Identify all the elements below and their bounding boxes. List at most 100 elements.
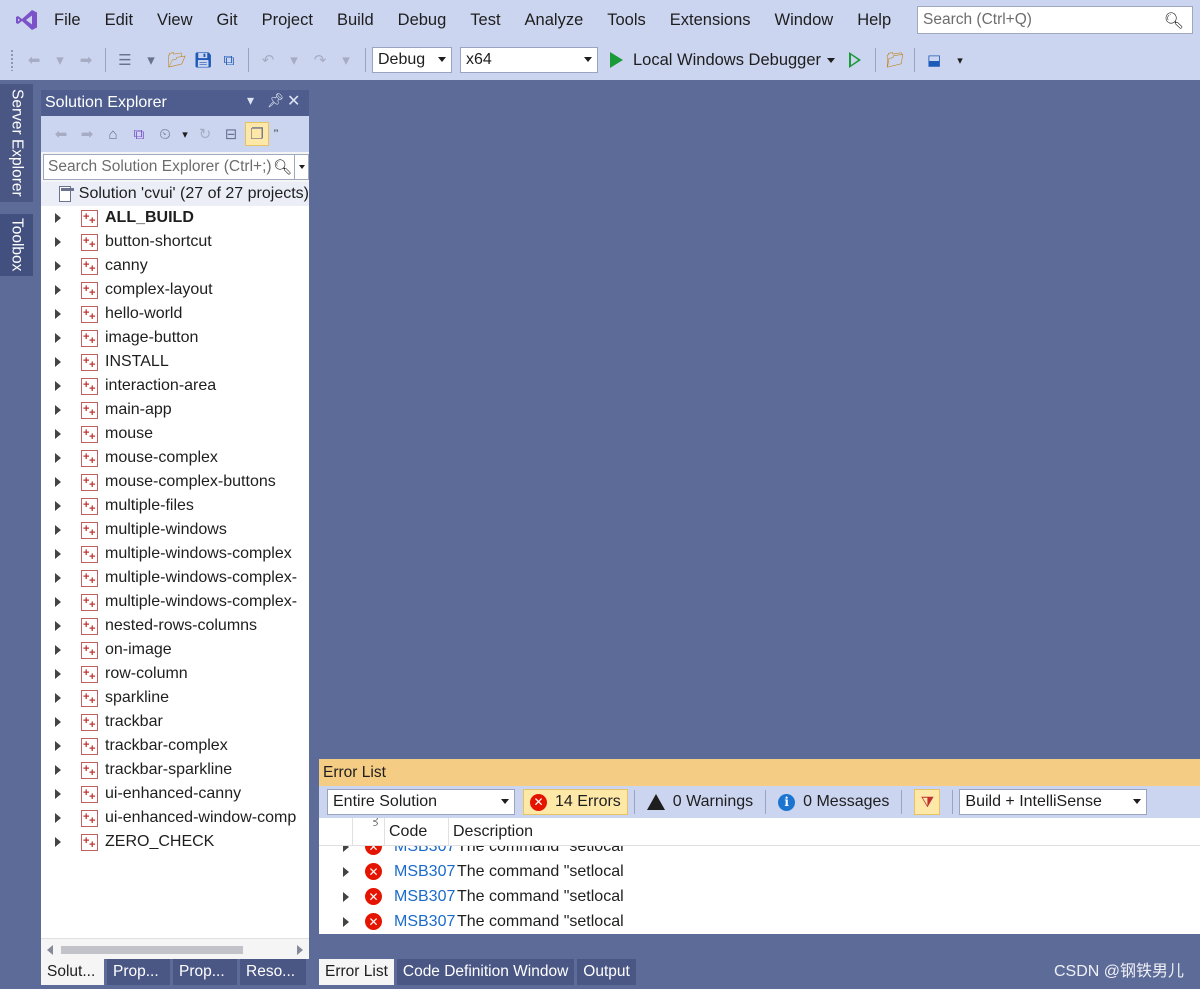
expand-arrow-icon[interactable] bbox=[55, 381, 61, 391]
server-explorer-tab[interactable]: Server Explorer bbox=[0, 84, 33, 202]
project-node[interactable]: canny bbox=[41, 254, 309, 278]
forward-icon[interactable]: ➡︎ bbox=[75, 122, 99, 146]
toolbar-options-icon[interactable]: ▾ bbox=[949, 47, 971, 73]
project-node[interactable]: mouse bbox=[41, 422, 309, 446]
toolbar-grip[interactable] bbox=[10, 49, 15, 71]
menu-file[interactable]: File bbox=[52, 0, 93, 40]
expand-arrow-icon[interactable] bbox=[55, 717, 61, 727]
undo-dropdown-icon[interactable]: ▾ bbox=[283, 47, 305, 73]
expand-arrow-icon[interactable] bbox=[55, 261, 61, 271]
project-node[interactable]: sparkline bbox=[41, 686, 309, 710]
visual-studio-logo-icon[interactable] bbox=[14, 7, 40, 33]
menu-window[interactable]: Window bbox=[763, 0, 846, 40]
home-icon[interactable]: ⌂ bbox=[101, 122, 125, 146]
expand-arrow-icon[interactable] bbox=[343, 916, 349, 927]
expand-arrow-icon[interactable] bbox=[55, 453, 61, 463]
expand-arrow-icon[interactable] bbox=[55, 549, 61, 559]
column-header-code[interactable]: Code bbox=[385, 818, 449, 846]
tab-solution-explorer[interactable]: Solut... bbox=[41, 959, 104, 985]
window-position-dropdown-icon[interactable]: ▾ bbox=[247, 92, 254, 109]
expand-arrow-icon[interactable] bbox=[55, 837, 61, 847]
project-node[interactable]: ui-enhanced-window-comp bbox=[41, 806, 309, 830]
close-icon[interactable]: ✕ bbox=[287, 91, 300, 111]
error-source-select[interactable]: Build + IntelliSense bbox=[959, 789, 1148, 815]
project-node[interactable]: hello-world bbox=[41, 302, 309, 326]
expand-arrow-icon[interactable] bbox=[55, 621, 61, 631]
start-without-debugging-icon[interactable] bbox=[849, 52, 862, 68]
search-options-dropdown[interactable] bbox=[294, 155, 308, 179]
messages-toggle-button[interactable]: i 0 Messages bbox=[772, 789, 895, 815]
toolbar-overflow-icon[interactable]: ’’ bbox=[271, 122, 281, 146]
filter-dropdown-icon[interactable]: ▾ bbox=[179, 122, 191, 146]
project-node[interactable]: ui-enhanced-canny bbox=[41, 782, 309, 806]
expand-arrow-icon[interactable] bbox=[55, 645, 61, 655]
project-node[interactable]: nested-rows-columns bbox=[41, 614, 309, 638]
expand-arrow-icon[interactable] bbox=[55, 765, 61, 775]
error-code-link[interactable]: MSB307 bbox=[394, 888, 457, 906]
open-folder-icon[interactable]: 📂︎ bbox=[166, 47, 188, 73]
expand-arrow-icon[interactable] bbox=[55, 501, 61, 511]
back-icon[interactable]: ⬅︎ bbox=[49, 122, 73, 146]
menu-analyze[interactable]: Analyze bbox=[513, 0, 596, 40]
new-item-dropdown-icon[interactable]: ▾ bbox=[140, 47, 162, 73]
solution-explorer-title-bar[interactable]: Solution Explorer ▾ 📌︎ ✕ bbox=[41, 90, 309, 116]
expand-arrow-icon[interactable] bbox=[343, 891, 349, 902]
menu-git[interactable]: Git bbox=[205, 0, 250, 40]
collapse-all-icon[interactable]: ⊟ bbox=[219, 122, 243, 146]
menu-help[interactable]: Help bbox=[845, 0, 903, 40]
solution-node[interactable]: Solution 'cvui' (27 of 27 projects) bbox=[41, 182, 309, 206]
expand-arrow-icon[interactable] bbox=[55, 789, 61, 799]
show-all-files-icon[interactable]: ❐ bbox=[245, 122, 269, 146]
tab-error-list[interactable]: Error List bbox=[319, 959, 394, 985]
error-scope-select[interactable]: Entire Solution bbox=[327, 789, 515, 815]
project-node[interactable]: multiple-files bbox=[41, 494, 309, 518]
sync-icon[interactable]: ↻ bbox=[193, 122, 217, 146]
project-node[interactable]: ZERO_CHECK bbox=[41, 830, 309, 854]
project-node[interactable]: ALL_BUILD bbox=[41, 206, 309, 230]
project-node[interactable]: multiple-windows bbox=[41, 518, 309, 542]
column-icon[interactable]: ⫖ bbox=[353, 818, 385, 846]
menu-build[interactable]: Build bbox=[325, 0, 386, 40]
error-code-link[interactable]: MSB307 bbox=[394, 913, 457, 931]
expand-arrow-icon[interactable] bbox=[55, 525, 61, 535]
menu-test[interactable]: Test bbox=[458, 0, 512, 40]
tab-properties[interactable]: Prop... bbox=[107, 959, 170, 985]
project-node[interactable]: INSTALL bbox=[41, 350, 309, 374]
expand-arrow-icon[interactable] bbox=[55, 573, 61, 583]
project-node[interactable]: image-button bbox=[41, 326, 309, 350]
expand-arrow-icon[interactable] bbox=[55, 669, 61, 679]
navigate-forward-icon[interactable]: ➡︎ bbox=[75, 47, 97, 73]
project-node[interactable]: trackbar-complex bbox=[41, 734, 309, 758]
error-code-link[interactable]: MSB307 bbox=[394, 863, 457, 881]
project-node[interactable]: on-image bbox=[41, 638, 309, 662]
tab-code-definition-window[interactable]: Code Definition Window bbox=[396, 959, 575, 985]
pending-changes-filter-icon[interactable]: ⏲ bbox=[153, 122, 177, 146]
project-node[interactable]: trackbar-sparkline bbox=[41, 758, 309, 782]
project-node[interactable]: complex-layout bbox=[41, 278, 309, 302]
solution-platform-select[interactable]: x64 bbox=[460, 47, 598, 73]
error-row[interactable]: ✕ MSB307 The command "setlocal bbox=[319, 859, 1200, 884]
column-header-description[interactable]: Description bbox=[449, 823, 533, 841]
new-item-icon[interactable]: ☰ bbox=[114, 47, 136, 73]
menu-view[interactable]: View bbox=[145, 0, 204, 40]
project-node[interactable]: multiple-windows-complex bbox=[41, 542, 309, 566]
project-node[interactable]: trackbar bbox=[41, 710, 309, 734]
expand-arrow-icon[interactable] bbox=[55, 693, 61, 703]
error-row[interactable]: ✕ MSB307 The command "setlocal bbox=[319, 909, 1200, 934]
project-node[interactable]: mouse-complex-buttons bbox=[41, 470, 309, 494]
tab-property-manager[interactable]: Prop... bbox=[173, 959, 237, 985]
navigate-back-icon[interactable]: ⬅︎ bbox=[23, 47, 45, 73]
navigate-back-dropdown-icon[interactable]: ▾ bbox=[49, 47, 71, 73]
switch-views-icon[interactable]: ⧉ bbox=[127, 122, 151, 146]
redo-icon[interactable]: ↷ bbox=[309, 47, 331, 73]
project-node[interactable]: interaction-area bbox=[41, 374, 309, 398]
menu-project[interactable]: Project bbox=[250, 0, 325, 40]
expand-arrow-icon[interactable] bbox=[343, 866, 349, 877]
errors-toggle-button[interactable]: ✕ 14 Errors bbox=[523, 789, 628, 815]
solution-configuration-select[interactable]: Debug bbox=[372, 47, 452, 73]
pin-icon[interactable]: 📌︎ bbox=[267, 92, 285, 109]
scroll-right-icon[interactable] bbox=[297, 945, 303, 955]
error-list-title-bar[interactable]: Error List bbox=[319, 759, 1200, 786]
save-all-icon[interactable]: ⧉ bbox=[218, 47, 240, 73]
expand-arrow-icon[interactable] bbox=[55, 597, 61, 607]
